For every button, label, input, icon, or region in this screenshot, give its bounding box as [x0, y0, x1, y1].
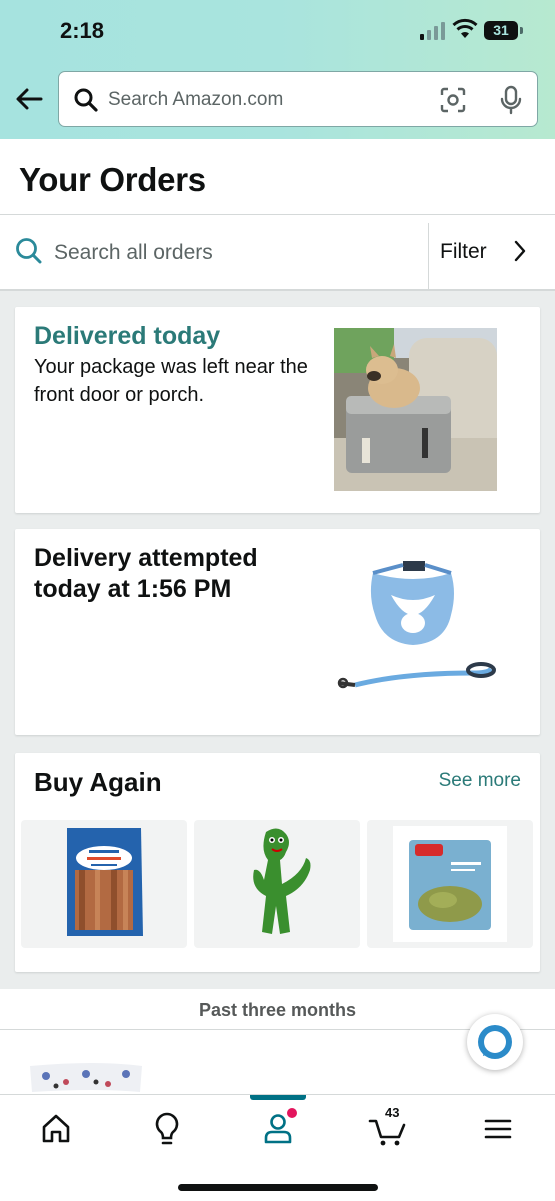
amazon-search-bar[interactable] — [58, 71, 538, 127]
product-image-gumby-toy — [253, 828, 311, 934]
chevron-right-icon[interactable] — [512, 239, 528, 263]
product-image-car-seat[interactable] — [334, 328, 497, 491]
filter-button[interactable]: Filter — [440, 240, 487, 264]
order-card-attempted[interactable]: Delivery attempted today at 1:56 PM — [15, 529, 540, 735]
active-tab-indicator — [250, 1095, 306, 1100]
microphone-icon[interactable] — [499, 84, 523, 116]
account-icon[interactable] — [256, 1107, 300, 1151]
product-image-bandana — [30, 1063, 142, 1092]
buy-again-item[interactable] — [367, 820, 533, 948]
product-image-harness[interactable] — [333, 555, 497, 695]
see-more-link[interactable]: See more — [439, 770, 521, 792]
search-icon — [16, 238, 42, 264]
bottom-nav: 43 — [0, 1094, 555, 1201]
delivery-status: Delivered today — [34, 322, 221, 350]
search-icon — [74, 88, 98, 112]
delivery-message: Your package was left near the front doo… — [34, 356, 308, 406]
page-title: Your Orders — [19, 161, 206, 198]
order-card-delivered[interactable]: Delivered today Your package was left ne… — [15, 307, 540, 513]
cart-icon[interactable] — [366, 1107, 410, 1151]
order-search-bar: Filter — [0, 215, 555, 291]
buy-again-item[interactable] — [21, 820, 187, 948]
search-input[interactable] — [106, 82, 430, 118]
battery-icon: 31 — [484, 21, 518, 40]
home-indicator — [178, 1184, 378, 1191]
camera-scan-icon[interactable] — [439, 86, 467, 114]
home-icon[interactable] — [34, 1107, 78, 1151]
product-image-bully-sticks — [67, 828, 143, 936]
buy-again-card: Buy Again See more — [15, 753, 540, 972]
header: 2:18 31 — [0, 0, 555, 139]
alexa-button[interactable] — [467, 1014, 523, 1070]
buy-again-item[interactable] — [194, 820, 360, 948]
status-time: 2:18 — [60, 18, 105, 43]
menu-icon[interactable] — [476, 1107, 520, 1151]
cell-signal-icon — [420, 22, 445, 40]
product-image-kaytee-treat — [393, 826, 507, 942]
title-section: Your Orders — [0, 139, 555, 215]
search-orders-input[interactable] — [52, 235, 416, 271]
alexa-icon — [478, 1025, 512, 1059]
wifi-icon — [452, 18, 478, 38]
buy-again-title: Buy Again — [34, 767, 162, 797]
back-arrow-icon[interactable] — [14, 84, 44, 114]
delivery-status: Delivery attempted today at 1:56 PM — [34, 544, 258, 603]
lightbulb-icon[interactable] — [145, 1107, 189, 1151]
